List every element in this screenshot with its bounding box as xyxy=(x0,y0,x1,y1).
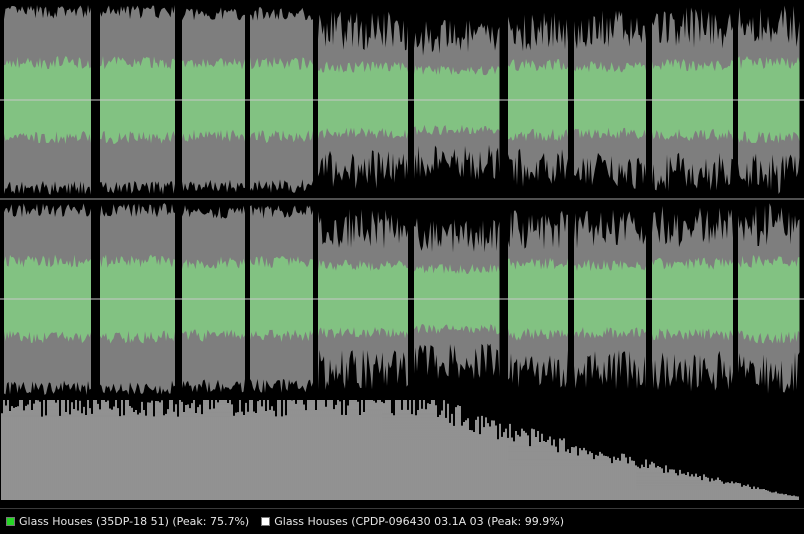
legend-item-2: Glass Houses (CPDP-096430 03.1A 03 (Peak… xyxy=(261,515,564,528)
legend-swatch-white xyxy=(261,517,271,526)
spectrum-bars xyxy=(1,400,799,500)
legend-swatch-green xyxy=(6,517,15,526)
legend-label-1: Glass Houses (35DP-18 51) (Peak: 75.7%) xyxy=(19,515,250,528)
waveform-comparison-view xyxy=(0,0,804,534)
legend-bar: Glass Houses (35DP-18 51) (Peak: 75.7%) … xyxy=(0,508,804,534)
bottom-channel-waveform xyxy=(0,203,804,395)
legend-item-1: Glass Houses (35DP-18 51) (Peak: 75.7%) xyxy=(6,515,249,528)
spectrum-overview xyxy=(1,400,799,500)
legend-label-2: Glass Houses (CPDP-096430 03.1A 03 (Peak… xyxy=(274,515,564,528)
waveform-canvas xyxy=(0,4,804,500)
top-channel-waveform xyxy=(0,4,804,195)
